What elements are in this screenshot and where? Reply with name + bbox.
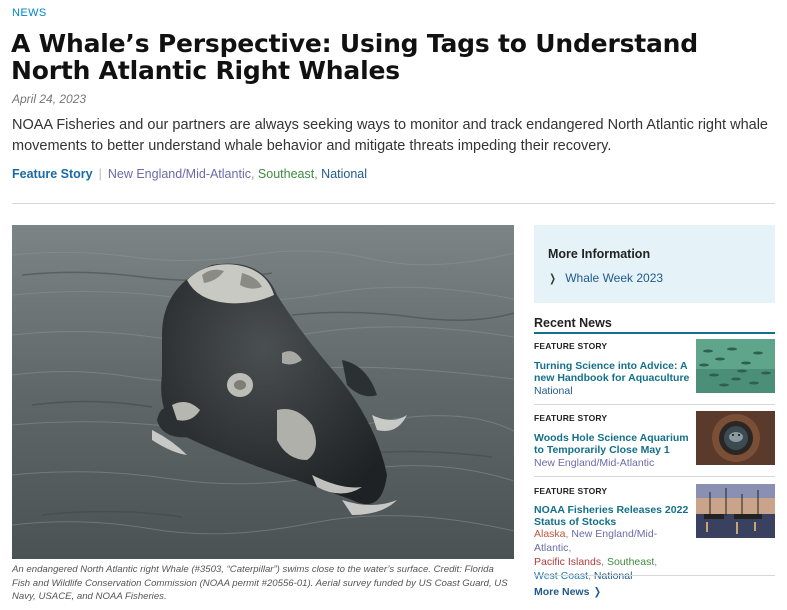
image-caption: An endangered North Atlantic right Whale…	[12, 564, 508, 602]
region-link-new-england[interactable]: New England/Mid-Atlantic	[534, 457, 654, 469]
more-news-label: More News	[534, 586, 590, 598]
news-thumb-aquarium[interactable]	[696, 411, 775, 465]
news-item-title[interactable]: Woods Hole Science Aquarium to Temporari…	[534, 432, 692, 456]
article-summary: NOAA Fisheries and our partners are alwa…	[12, 117, 768, 154]
more-information-heading: More Information	[548, 247, 651, 261]
article-tagline: Feature Story | New England/Mid-Atlantic, …	[12, 167, 368, 181]
news-item-regions: New England/Mid-Atlantic	[534, 456, 694, 470]
recent-news-heading: Recent News	[534, 316, 775, 334]
news-item-woods-hole[interactable]: FEATURE STORY Woods Hole Science Aquariu…	[534, 411, 775, 470]
more-information-box: More Information ❯ Whale Week 2023	[534, 225, 775, 303]
news-thumb-harbor[interactable]	[696, 484, 775, 538]
publish-date: April 24, 2023	[12, 92, 87, 106]
news-divider	[534, 476, 775, 477]
page-title: A Whale’s Perspective: Using Tags to Und…	[11, 29, 698, 85]
whale-week-link[interactable]: ❯ Whale Week 2023	[548, 271, 761, 285]
region-link-national[interactable]: National	[534, 385, 573, 397]
news-item-title[interactable]: Turning Science into Advice: A new Handb…	[534, 360, 692, 384]
news-item-title[interactable]: NOAA Fisheries Releases 2022 Status of S…	[534, 504, 692, 528]
news-divider	[534, 404, 775, 405]
news-item-regions: National	[534, 384, 694, 398]
region-link-national[interactable]: National	[594, 570, 633, 582]
news-thumb-fish[interactable]	[696, 339, 775, 393]
more-news-link[interactable]: More News ❯	[534, 586, 602, 598]
feature-story-link[interactable]: Feature Story	[12, 167, 93, 181]
eyebrow-news: NEWS	[12, 7, 47, 19]
region-link-new-england[interactable]: New England/Mid-Atlantic	[108, 167, 251, 181]
chevron-right-icon: ❯	[549, 272, 556, 285]
region-link-southeast[interactable]: Southeast	[258, 167, 314, 181]
hero-image-whale	[12, 225, 514, 559]
header-divider	[12, 203, 775, 204]
whale-week-label: Whale Week 2023	[565, 271, 664, 285]
region-link-pacific-islands[interactable]: Pacific Islands	[534, 556, 601, 568]
region-link-southeast[interactable]: Southeast	[607, 556, 654, 568]
region-link-national[interactable]: National	[321, 167, 367, 181]
tagline-separator: |	[98, 167, 102, 181]
region-link-west-coast[interactable]: West Coast	[534, 570, 588, 582]
news-item-status-of-stocks[interactable]: FEATURE STORY NOAA Fisheries Releases 20…	[534, 484, 775, 582]
news-item-aquaculture[interactable]: FEATURE STORY Turning Science into Advic…	[534, 339, 775, 398]
chevron-right-icon: ❯	[594, 586, 602, 598]
region-link-alaska[interactable]: Alaska	[534, 528, 566, 540]
news-divider	[534, 575, 775, 576]
